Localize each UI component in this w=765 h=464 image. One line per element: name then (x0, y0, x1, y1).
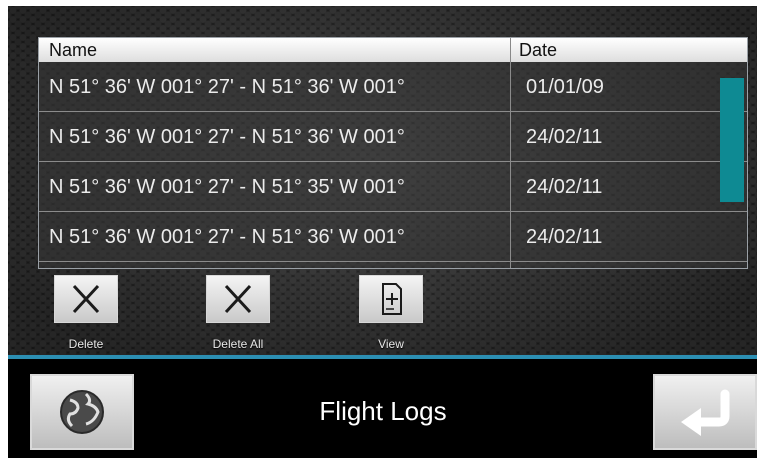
close-icon (72, 284, 100, 314)
delete-all-button[interactable] (206, 275, 270, 323)
header-divider (510, 38, 511, 62)
row-date-cell: 01/01/09 (526, 76, 604, 98)
close-icon (224, 284, 252, 314)
flight-logs-screen: Name Date N 51° 36' W 001° 27' - N 51° 3… (8, 6, 757, 458)
row-name-cell: N 51° 36' W 001° 27' - N 51° 36' W 001° (49, 226, 405, 248)
row-date-cell: 24/02/11 (526, 126, 603, 148)
view-button[interactable] (359, 275, 423, 323)
flight-logs-table: Name Date N 51° 36' W 001° 27' - N 51° 3… (38, 37, 748, 269)
row-name-cell: N 51° 36' W 001° 27' - N 51° 35' W 001° (49, 176, 405, 198)
return-arrow-icon (681, 389, 730, 436)
scrollbar-thumb[interactable] (720, 78, 744, 202)
table-row[interactable]: N 51° 36' W 001° 27' - N 51° 36' W 001° … (39, 62, 747, 112)
row-date-cell: 24/02/11 (526, 176, 603, 198)
row-name-cell: N 51° 36' W 001° 27' - N 51° 36' W 001° (49, 76, 405, 98)
column-header-date[interactable]: Date (519, 40, 557, 61)
table-row[interactable]: N 51° 36' W 001° 27' - N 51° 36' W 001° … (39, 212, 747, 262)
back-button[interactable] (653, 374, 757, 450)
document-plus-icon (382, 283, 402, 315)
table-header: Name Date (39, 38, 747, 62)
table-row[interactable]: N 51° 36' W 001° 27' - N 51° 36' W 001° … (39, 112, 747, 162)
view-button-label: View (378, 337, 404, 351)
page-title: Flight Logs (319, 396, 447, 426)
globe-icon (60, 390, 104, 434)
table-row[interactable]: N 51° 36' W 001° 27' - N 51° 35' W 001° … (39, 162, 747, 212)
row-date-cell: 24/02/11 (526, 226, 603, 248)
column-divider (510, 62, 511, 268)
row-name-cell: N 51° 36' W 001° 27' - N 51° 36' W 001° (49, 126, 405, 148)
delete-button-label: Delete (68, 337, 104, 351)
delete-button[interactable] (54, 275, 118, 323)
globe-button[interactable] (30, 374, 134, 450)
column-header-name[interactable]: Name (49, 40, 97, 61)
delete-all-button-label: Delete All (212, 337, 264, 351)
